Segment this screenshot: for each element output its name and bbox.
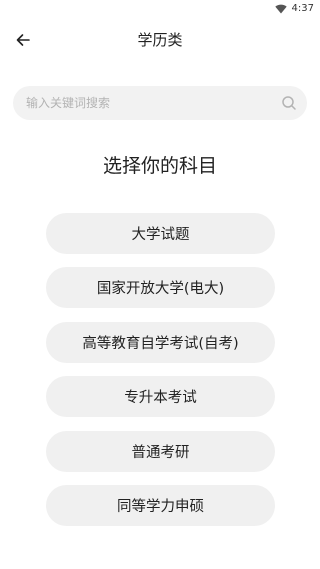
search-icon[interactable] <box>281 95 297 111</box>
subject-option-upgrade-exam[interactable]: 专升本考试 <box>46 376 275 418</box>
subject-options: 大学试题 国家开放大学(电大) 高等教育自学考试(自考) 专升本考试 普通考研 … <box>46 213 275 539</box>
subject-option-equivalent-degree[interactable]: 同等学力申硕 <box>46 484 275 526</box>
page-title: 学历类 <box>137 31 183 49</box>
status-right: 4:37 <box>274 2 314 16</box>
search-bar[interactable] <box>13 86 307 120</box>
status-bar: 4:37 <box>0 0 320 18</box>
subject-heading: 选择你的科目 <box>102 155 217 177</box>
subject-option-graduate-exam[interactable]: 普通考研 <box>46 430 275 472</box>
status-time: 4:37 <box>291 3 314 14</box>
subject-option-self-study-exam[interactable]: 高等教育自学考试(自考) <box>46 321 275 363</box>
subject-option-open-university[interactable]: 国家开放大学(电大) <box>46 267 275 309</box>
subject-option-university-questions[interactable]: 大学试题 <box>46 213 275 254</box>
search-input[interactable] <box>26 86 266 120</box>
app-bar: 学历类 <box>0 24 320 56</box>
wifi-icon <box>274 4 287 14</box>
